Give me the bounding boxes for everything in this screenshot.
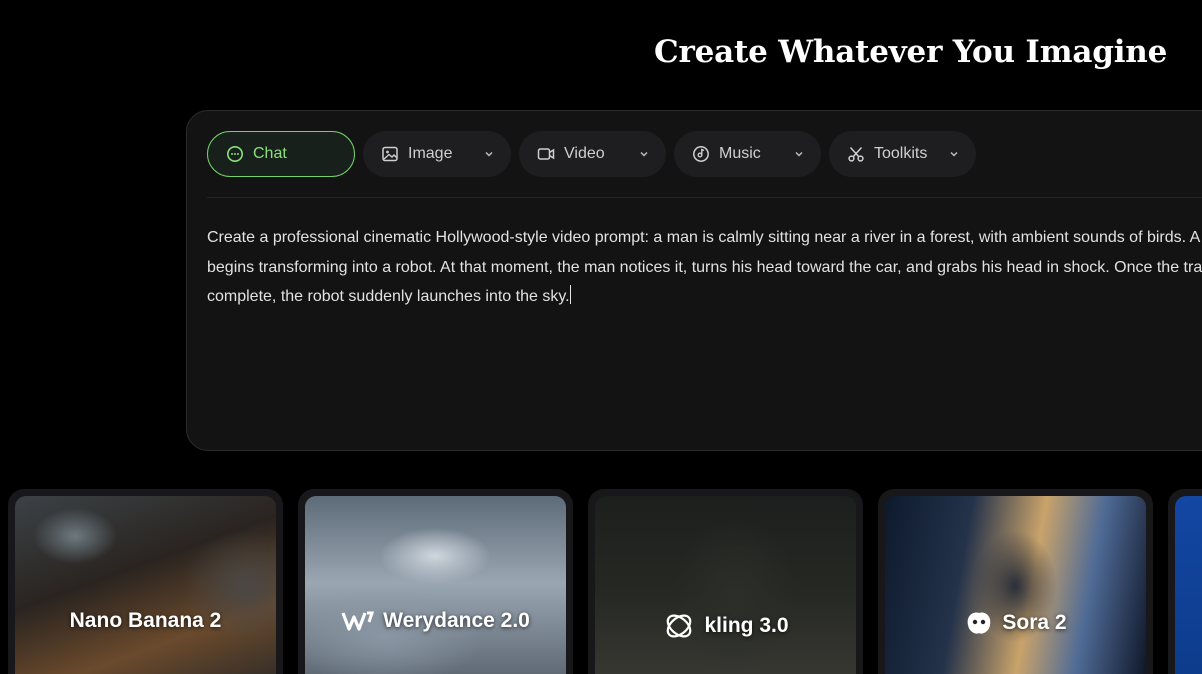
image-icon — [381, 145, 399, 163]
tab-toolkits-label: Toolkits — [874, 145, 928, 162]
tab-chat[interactable]: Chat — [207, 131, 355, 177]
tab-image[interactable]: Image — [363, 131, 511, 177]
model-card-label: kling 3.0 — [588, 609, 863, 643]
video-camera-icon — [537, 145, 555, 163]
model-card-label: Sora 2 — [878, 609, 1153, 637]
model-card-partial[interactable] — [1168, 489, 1202, 674]
model-card-thumbnail — [15, 496, 276, 674]
composer-divider — [207, 197, 1202, 198]
werydance-logo-icon — [341, 610, 375, 632]
model-card-thumbnail — [595, 496, 856, 674]
chevron-down-icon[interactable] — [948, 148, 960, 160]
model-card-thumbnail — [885, 496, 1146, 674]
tab-toolkits[interactable]: Toolkits — [829, 131, 976, 177]
model-card-werydance[interactable]: Werydance 2.0 — [298, 489, 573, 674]
model-card-thumbnail — [305, 496, 566, 674]
model-cards: Nano Banana 2 Werydance 2.0 kling 3.0 So… — [8, 489, 1202, 674]
model-card-kling[interactable]: kling 3.0 — [588, 489, 863, 674]
model-card-label: Werydance 2.0 — [298, 609, 573, 633]
chat-bubble-icon — [226, 145, 244, 163]
model-card-sora[interactable]: Sora 2 — [878, 489, 1153, 674]
prompt-input[interactable]: Create a professional cinematic Hollywoo… — [207, 223, 1202, 312]
model-card-nano-banana[interactable]: Nano Banana 2 — [8, 489, 283, 674]
prompt-composer: Chat Image Video Music Toolkits Create a… — [186, 110, 1202, 451]
mode-tabs: Chat Image Video Music Toolkits — [207, 131, 976, 177]
model-name: Nano Banana 2 — [69, 609, 222, 632]
tab-video-label: Video — [564, 145, 605, 162]
model-name: kling 3.0 — [704, 614, 789, 637]
page-title: Create Whatever You Imagine — [654, 34, 1168, 70]
model-card-thumbnail — [1175, 496, 1202, 674]
chevron-down-icon[interactable] — [483, 148, 495, 160]
tab-image-label: Image — [408, 145, 453, 162]
model-name: Sora 2 — [1002, 611, 1067, 634]
tab-music[interactable]: Music — [674, 131, 821, 177]
tab-video[interactable]: Video — [519, 131, 666, 177]
music-disc-icon — [692, 145, 710, 163]
tab-chat-label: Chat — [253, 145, 287, 162]
kling-logo-icon — [662, 609, 696, 643]
model-card-label: Nano Banana 2 — [8, 609, 283, 633]
sora-logo-icon — [964, 609, 994, 637]
chevron-down-icon[interactable] — [638, 148, 650, 160]
chevron-down-icon[interactable] — [793, 148, 805, 160]
model-name: Werydance 2.0 — [383, 609, 530, 632]
text-caret — [569, 285, 571, 304]
prompt-input-text: Create a professional cinematic Hollywoo… — [207, 229, 1202, 305]
page: Create Whatever You Imagine Chat Image V… — [0, 0, 1202, 674]
scissors-icon — [847, 145, 865, 163]
tab-music-label: Music — [719, 145, 761, 162]
